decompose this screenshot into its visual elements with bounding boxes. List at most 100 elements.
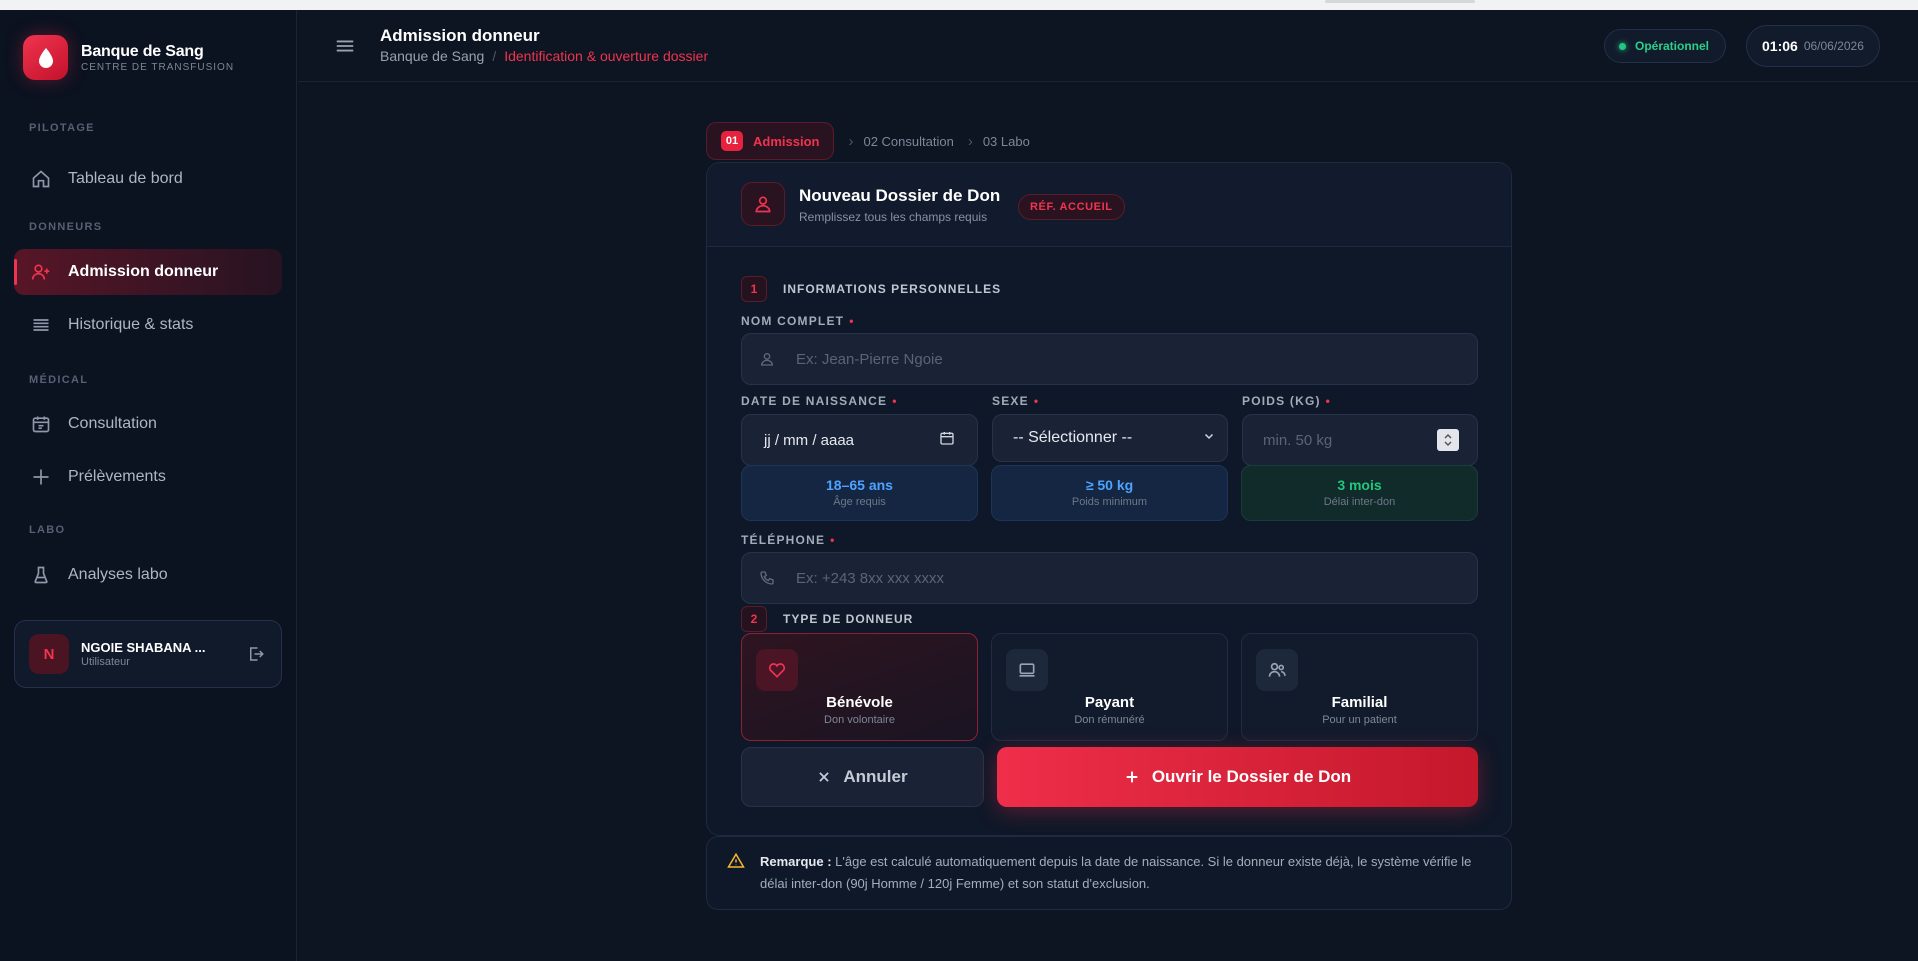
info-delai: 3 mois Délai inter-don — [1241, 465, 1478, 521]
sidebar: Banque de Sang CENTRE DE TRANSFUSION PIL… — [0, 10, 297, 961]
form-subtitle: Remplissez tous les champs requis — [799, 210, 988, 224]
breadcrumb-current: Identification & ouverture dossier — [504, 48, 709, 64]
browser-top-strip — [0, 0, 1918, 10]
type-payant-option[interactable]: Payant Don rémunéré — [991, 633, 1228, 741]
info-poids-value: ≥ 50 kg — [1085, 477, 1134, 493]
sidebar-item-historique[interactable]: Historique & stats — [14, 302, 282, 348]
step-consultation[interactable]: 02 Consultation — [863, 134, 953, 149]
clock: 01:06 06/06/2026 — [1746, 25, 1880, 67]
calendar-icon — [30, 413, 52, 435]
step-admission[interactable]: 01 Admission — [706, 122, 835, 160]
phone-icon — [758, 569, 776, 587]
status-label: Opérationnel — [1635, 39, 1710, 53]
nav-section-medical: MÉDICAL — [29, 374, 89, 386]
form-title: Nouveau Dossier de Don — [799, 186, 1001, 205]
submit-label: Ouvrir le Dossier de Don — [1151, 767, 1352, 786]
sidebar-item-admission-donneur[interactable]: Admission donneur — [14, 249, 282, 295]
label-poids: POIDS (KG) • — [1242, 394, 1332, 408]
section-personal-info: 1 INFORMATIONS PERSONNELLES — [741, 276, 1001, 302]
type-familial-option[interactable]: Familial Pour un patient — [1241, 633, 1478, 741]
type-name: Payant — [1084, 694, 1135, 711]
nav-section-donneurs: DONNEURS — [29, 221, 103, 233]
form-header: Nouveau Dossier de Don Remplissez tous l… — [707, 163, 1511, 247]
flask-icon — [30, 564, 52, 586]
sidebar-item-tableau-de-bord[interactable]: Tableau de bord — [14, 156, 282, 202]
remark-note: Remarque : L'âge est calculé automatique… — [706, 836, 1512, 910]
section-title: TYPE DE DONNEUR — [783, 612, 914, 626]
remark-text: L'âge est calculé automatiquement depuis… — [760, 854, 1472, 891]
type-desc: Don rémunéré — [1074, 714, 1145, 726]
ref-badge: RÉF. ACCUEIL — [1018, 194, 1125, 220]
sidebar-item-label: Historique & stats — [68, 316, 194, 333]
breadcrumb: Banque de Sang / Identification & ouvertur… — [380, 48, 708, 64]
avatar: N — [29, 634, 69, 674]
cancel-button[interactable]: Annuler — [741, 747, 984, 807]
step-number: 01 — [721, 131, 743, 151]
cancel-label: Annuler — [843, 767, 908, 786]
close-icon — [817, 770, 831, 784]
label-date-naissance: DATE DE NAISSANCE • — [741, 394, 898, 408]
status-dot-icon — [1619, 42, 1626, 50]
info-poids: ≥ 50 kg Poids minimum — [991, 465, 1228, 521]
poids-placeholder: min. 50 kg — [1263, 431, 1333, 449]
menu-icon[interactable] — [334, 35, 356, 57]
breadcrumb-root[interactable]: Banque de Sang — [380, 48, 484, 64]
chevron-down-icon — [1203, 429, 1215, 447]
poids-input[interactable]: min. 50 kg — [1242, 414, 1478, 466]
section-number: 1 — [741, 276, 767, 302]
header: Admission donneur Banque de Sang / Identif… — [298, 10, 1918, 82]
telephone-input[interactable]: Ex: +243 8xx xxx xxxx — [741, 552, 1478, 604]
calendar-icon[interactable] — [939, 430, 955, 450]
sidebar-item-consultation[interactable]: Consultation — [14, 401, 282, 447]
date-naissance-input[interactable]: jj / mm / aaaa — [741, 414, 978, 466]
home-icon — [30, 168, 52, 190]
sidebar-item-label: Prélèvements — [68, 468, 166, 485]
info-age: 18–65 ans Âge requis — [741, 465, 978, 521]
donor-form-card: Nouveau Dossier de Don Remplissez tous l… — [706, 162, 1512, 836]
blood-drop-icon — [23, 35, 68, 80]
user-icon — [741, 182, 785, 226]
logout-icon[interactable] — [245, 643, 267, 665]
label-telephone: TÉLÉPHONE • — [741, 533, 836, 547]
type-desc: Don volontaire — [824, 714, 895, 726]
stepper-spin-icon[interactable] — [1437, 429, 1459, 451]
scroll-indicator — [1325, 0, 1475, 3]
nom-complet-input[interactable]: Ex: Jean-Pierre Ngoie — [741, 333, 1478, 385]
section-title: INFORMATIONS PERSONNELLES — [783, 282, 1002, 296]
info-age-label: Âge requis — [833, 496, 886, 508]
users-icon — [1256, 649, 1298, 691]
brand[interactable]: Banque de Sang CENTRE DE TRANSFUSION — [23, 35, 234, 80]
step-label: Admission — [753, 133, 820, 149]
sidebar-item-label: Tableau de bord — [68, 170, 183, 187]
stepper: 01 Admission › 02 Consultation › 03 Labo — [706, 122, 1030, 160]
monitor-icon — [1006, 649, 1048, 691]
open-dossier-button[interactable]: Ouvrir le Dossier de Don — [997, 747, 1478, 807]
brand-title: Banque de Sang — [81, 42, 204, 60]
sidebar-item-prelevements[interactable]: Prélèvements — [14, 454, 282, 500]
chevron-right-icon: › — [848, 132, 854, 150]
sexe-value: -- Sélectionner -- — [1013, 429, 1133, 446]
heart-icon — [756, 649, 798, 691]
list-icon — [30, 314, 52, 336]
brand-subtitle: CENTRE DE TRANSFUSION — [81, 61, 235, 73]
sexe-select[interactable]: -- Sélectionner -- — [992, 414, 1228, 462]
user-name: NGOIE SHABANA ... — [81, 640, 206, 655]
sidebar-item-label: Admission donneur — [68, 263, 219, 280]
nav-section-labo: LABO — [29, 524, 66, 536]
info-age-value: 18–65 ans — [826, 477, 893, 493]
type-benevole-option[interactable]: Bénévole Don volontaire — [741, 633, 978, 741]
type-desc: Pour un patient — [1322, 714, 1397, 726]
user-card[interactable]: N NGOIE SHABANA ... Utilisateur — [14, 620, 282, 688]
warning-icon — [727, 852, 745, 877]
label-nom-complet: NOM COMPLET • — [741, 314, 855, 328]
sidebar-item-analyses-labo[interactable]: Analyses labo — [14, 552, 282, 598]
nom-placeholder: Ex: Jean-Pierre Ngoie — [796, 350, 943, 368]
info-delai-value: 3 mois — [1337, 477, 1382, 493]
label-sexe: SEXE • — [992, 394, 1040, 408]
dob-value: jj / mm / aaaa — [764, 431, 855, 449]
sidebar-item-label: Analyses labo — [68, 566, 168, 583]
page-title: Admission donneur — [380, 26, 540, 45]
remark-label: Remarque : — [760, 854, 832, 869]
step-labo[interactable]: 03 Labo — [983, 134, 1030, 149]
chevron-right-icon: › — [967, 132, 973, 150]
